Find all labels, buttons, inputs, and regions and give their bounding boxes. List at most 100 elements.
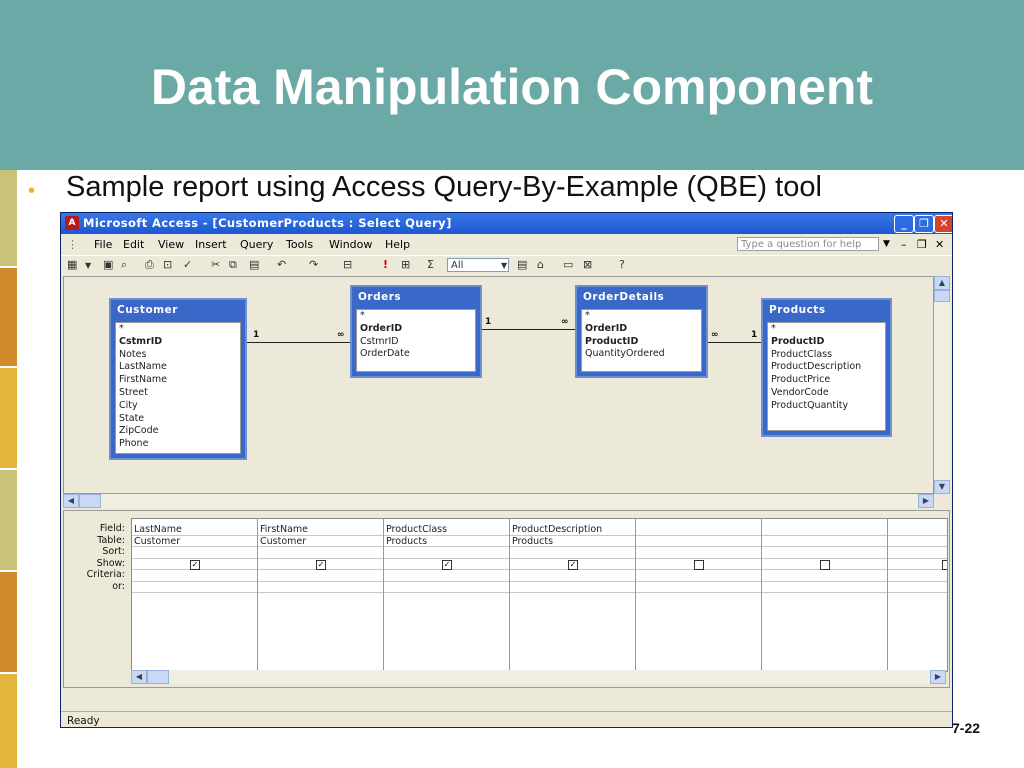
mdi-close-button[interactable]: ✕: [935, 238, 944, 251]
show-table-icon[interactable]: ⊞: [401, 258, 410, 271]
grid-criteria-cell[interactable]: [636, 570, 761, 582]
show-checkbox[interactable]: ✓: [190, 560, 200, 570]
help-search-input[interactable]: Type a question for help: [737, 237, 879, 251]
show-checkbox[interactable]: [942, 560, 947, 570]
grid-sort-cell[interactable]: [762, 547, 887, 559]
scroll-thumb[interactable]: [934, 290, 950, 302]
grid-or-cell[interactable]: [636, 582, 761, 593]
grid-table-cell[interactable]: Customer: [132, 536, 257, 547]
scroll-thumb[interactable]: [79, 494, 101, 508]
grid-criteria-cell[interactable]: [258, 570, 383, 582]
table-orders[interactable]: Orders * OrderID CstmrID OrderDate: [350, 285, 482, 378]
grid-sort-cell[interactable]: [132, 547, 257, 559]
grid-criteria-cell[interactable]: [762, 570, 887, 582]
field-item[interactable]: Street: [116, 387, 240, 400]
table-orderdetails-title[interactable]: OrderDetails: [577, 287, 706, 307]
join-line-customer-orders[interactable]: [247, 342, 350, 343]
grid-or-cell[interactable]: [510, 582, 635, 593]
menu-view[interactable]: View: [158, 238, 184, 251]
join-line-orderdetails-products[interactable]: [708, 342, 761, 343]
field-item[interactable]: ProductPrice: [768, 374, 885, 387]
table-products-title[interactable]: Products: [763, 300, 890, 320]
grid-field-cell[interactable]: FirstName: [258, 524, 383, 536]
grid-column[interactable]: FirstName Customer ✓: [258, 519, 384, 671]
top-values-combo[interactable]: All: [447, 258, 509, 272]
field-item-key[interactable]: ProductID: [582, 336, 701, 349]
access-icon[interactable]: A: [65, 216, 79, 230]
grid-table-cell[interactable]: [636, 536, 761, 547]
field-item[interactable]: ProductQuantity: [768, 400, 885, 413]
grid-field-cell[interactable]: ProductDescription: [510, 524, 635, 536]
menu-window[interactable]: Window: [329, 238, 372, 251]
field-item[interactable]: OrderDate: [357, 348, 475, 361]
scroll-right-icon[interactable]: ▶: [930, 670, 946, 684]
field-item[interactable]: ZipCode: [116, 425, 240, 438]
mdi-restore-button[interactable]: ❐: [917, 238, 927, 251]
field-item[interactable]: Phone: [116, 438, 240, 451]
grid-field-cell[interactable]: LastName: [132, 524, 257, 536]
grid-table-cell[interactable]: [762, 536, 887, 547]
grid-sort-cell[interactable]: [258, 547, 383, 559]
search-icon[interactable]: ⌕: [121, 258, 127, 272]
show-checkbox[interactable]: [694, 560, 704, 570]
field-item[interactable]: *: [357, 310, 475, 323]
grid-table-cell[interactable]: Customer: [258, 536, 383, 547]
redo-icon[interactable]: ↷: [309, 258, 318, 271]
grid-field-cell[interactable]: [762, 524, 887, 536]
grid-sort-cell[interactable]: [384, 547, 509, 559]
grid-column[interactable]: [762, 519, 888, 671]
chevron-down-icon[interactable]: ▼: [501, 261, 507, 270]
menu-tools[interactable]: Tools: [286, 238, 313, 251]
grid-field-cell[interactable]: ProductClass: [384, 524, 509, 536]
scroll-left-icon[interactable]: ◀: [63, 494, 79, 508]
run-icon[interactable]: !: [383, 258, 388, 271]
field-item[interactable]: State: [116, 413, 240, 426]
field-item[interactable]: CstmrID: [357, 336, 475, 349]
chevron-down-icon[interactable]: ▼: [883, 239, 890, 249]
window-title-bar[interactable]: A Microsoft Access - [CustomerProducts :…: [61, 213, 952, 234]
grid-field-cell[interactable]: [636, 524, 761, 536]
field-item[interactable]: Notes: [116, 349, 240, 362]
minimize-button[interactable]: _: [894, 215, 914, 233]
totals-icon[interactable]: Σ: [427, 258, 434, 271]
grid-or-cell[interactable]: [762, 582, 887, 593]
grid-sort-cell[interactable]: [510, 547, 635, 559]
menu-help[interactable]: Help: [385, 238, 410, 251]
grid-table-cell[interactable]: Products: [384, 536, 509, 547]
grid-criteria-cell[interactable]: [510, 570, 635, 582]
field-item[interactable]: VendorCode: [768, 387, 885, 400]
scroll-right-icon[interactable]: ▶: [918, 494, 934, 508]
menu-query[interactable]: Query: [240, 238, 273, 251]
show-checkbox[interactable]: [820, 560, 830, 570]
grid-column[interactable]: [888, 519, 947, 671]
table-pane-vertical-scrollbar[interactable]: ▲ ▼: [934, 276, 950, 494]
grid-column[interactable]: [636, 519, 762, 671]
menu-edit[interactable]: Edit: [123, 238, 144, 251]
join-line-orders-orderdetails[interactable]: [482, 329, 575, 330]
scroll-thumb[interactable]: [147, 670, 169, 684]
grid-field-cell[interactable]: [888, 524, 947, 536]
field-item-key[interactable]: ProductID: [768, 336, 885, 349]
table-customer-title[interactable]: Customer: [111, 300, 245, 320]
field-item-key[interactable]: OrderID: [357, 323, 475, 336]
table-orders-title[interactable]: Orders: [352, 287, 480, 307]
paste-icon[interactable]: ▤: [249, 258, 259, 271]
table-products[interactable]: Products * ProductID ProductClass Produc…: [761, 298, 892, 437]
grid-or-cell[interactable]: [258, 582, 383, 593]
copy-icon[interactable]: ⧉: [229, 258, 237, 272]
print-preview-icon[interactable]: ⊡: [163, 258, 172, 271]
menu-insert[interactable]: Insert: [195, 238, 227, 251]
field-item[interactable]: ProductClass: [768, 349, 885, 362]
close-button[interactable]: ✕: [934, 215, 952, 233]
view-grid-icon[interactable]: ▦: [67, 258, 77, 271]
save-icon[interactable]: ▣: [103, 258, 113, 271]
mdi-minimize-button[interactable]: –: [901, 238, 907, 251]
undo-icon[interactable]: ↶: [277, 258, 286, 271]
grid-sort-cell[interactable]: [888, 547, 947, 559]
cut-icon[interactable]: ✂: [211, 258, 220, 271]
table-customer[interactable]: Customer * CstmrID Notes LastName FirstN…: [109, 298, 247, 460]
show-checkbox[interactable]: ✓: [442, 560, 452, 570]
show-checkbox[interactable]: ✓: [568, 560, 578, 570]
properties-icon[interactable]: ▤: [517, 258, 527, 271]
field-item[interactable]: *: [116, 323, 240, 336]
